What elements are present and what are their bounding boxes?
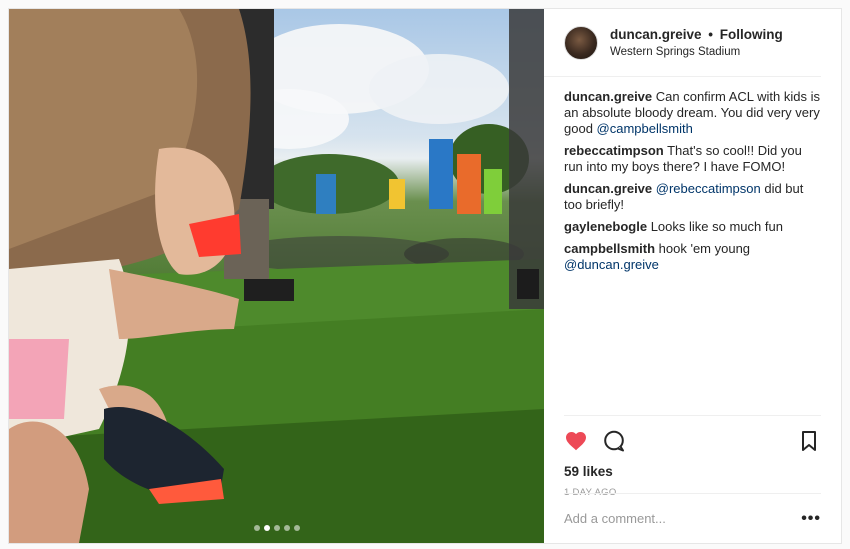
carousel-dot — [273, 525, 280, 531]
comment-item: rebeccatimpson That's so cool!! Did you … — [564, 143, 821, 175]
carousel-dot — [293, 525, 300, 531]
avatar[interactable] — [564, 25, 598, 60]
header-text: duncan.greive • Following Western Spring… — [610, 26, 783, 60]
location-link[interactable]: Western Springs Stadium — [610, 44, 783, 60]
comment-username[interactable]: campbellsmith — [564, 241, 655, 256]
post-photo[interactable] — [9, 9, 544, 543]
separator-dot: • — [708, 26, 714, 42]
carousel-dot-active — [263, 525, 270, 531]
action-icons — [564, 426, 821, 456]
more-options-icon[interactable]: ••• — [801, 510, 821, 528]
add-comment-input[interactable] — [564, 511, 802, 526]
likes-count[interactable]: 59 likes — [564, 464, 821, 479]
heart-filled-icon[interactable] — [564, 429, 588, 453]
add-comment-bar: ••• — [564, 493, 821, 543]
comment-username[interactable]: duncan.greive — [564, 181, 652, 196]
comment-mention[interactable]: @campbellsmith — [597, 121, 693, 136]
carousel-indicator — [253, 525, 300, 531]
comment-mention[interactable]: @rebeccatimpson — [656, 181, 761, 196]
comment-text: Looks like so much fun — [650, 219, 783, 234]
comment-username[interactable]: gaylenebogle — [564, 219, 647, 234]
carousel-dot — [283, 525, 290, 531]
post-sidebar: duncan.greive • Following Western Spring… — [544, 9, 841, 543]
bookmark-icon[interactable] — [797, 429, 821, 453]
post-actions: 59 likes 1 DAY AGO — [564, 415, 821, 498]
following-button[interactable]: Following — [720, 27, 783, 42]
username-link[interactable]: duncan.greive — [610, 27, 702, 42]
comment-item: duncan.greive Can confirm ACL with kids … — [564, 89, 821, 137]
comment-item: gaylenebogle Looks like so much fun — [564, 219, 821, 235]
comment-item: duncan.greive @rebeccatimpson did but to… — [564, 181, 821, 213]
post-header: duncan.greive • Following Western Spring… — [544, 9, 821, 77]
carousel-dot — [253, 525, 260, 531]
comment-item: campbellsmith hook 'em young @duncan.gre… — [564, 241, 821, 273]
comment-bubble-icon[interactable] — [602, 429, 626, 453]
comment-text: hook 'em young — [658, 241, 751, 256]
header-top-line: duncan.greive • Following — [610, 26, 783, 44]
instagram-post-card: duncan.greive • Following Western Spring… — [8, 8, 842, 544]
comment-mention[interactable]: @duncan.greive — [564, 257, 659, 272]
photo-illustration — [9, 9, 544, 543]
comment-username[interactable]: duncan.greive — [564, 89, 652, 104]
comment-username[interactable]: rebeccatimpson — [564, 143, 664, 158]
